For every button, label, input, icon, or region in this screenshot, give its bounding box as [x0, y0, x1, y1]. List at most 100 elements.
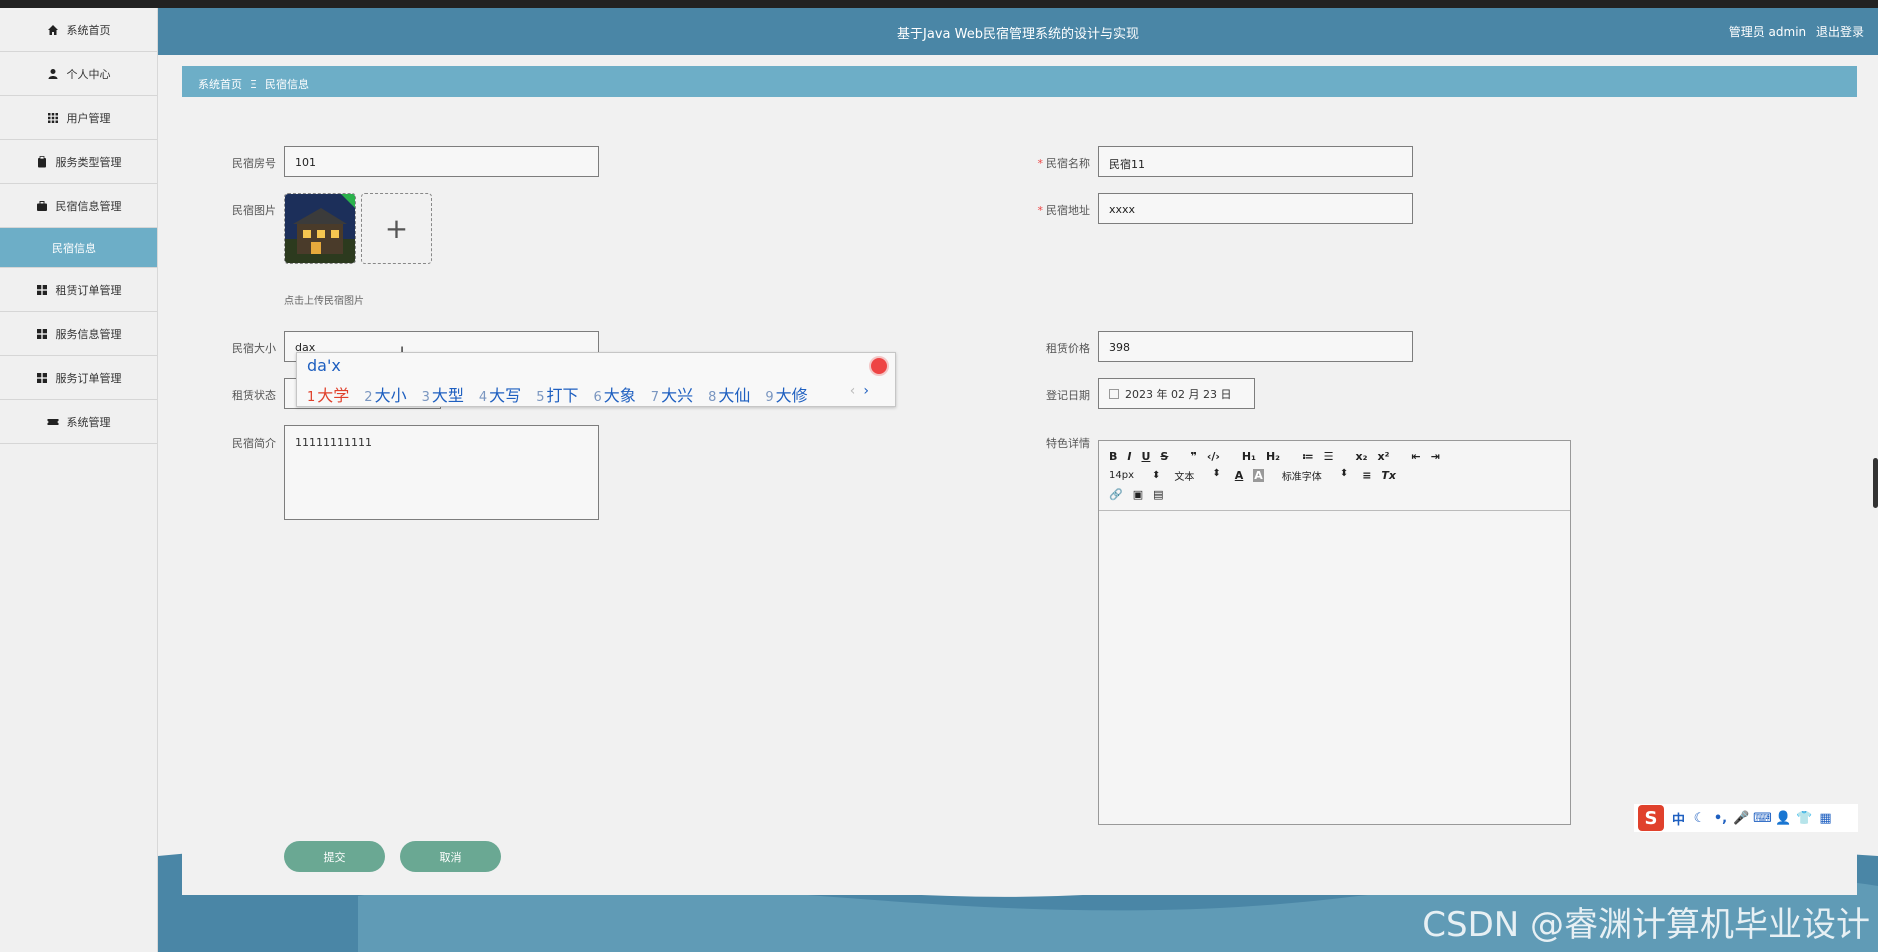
add-image-button[interactable]: + — [361, 193, 432, 264]
skin-icon[interactable]: 👕 — [1795, 808, 1815, 828]
font-size-value: 14px — [1109, 470, 1134, 481]
candidate-word: 大写 — [489, 386, 522, 405]
ime-candidate[interactable]: 3 大型 — [422, 382, 464, 406]
bold-button[interactable]: B — [1109, 450, 1117, 463]
ime-candidate[interactable]: 1 大学 — [307, 382, 349, 406]
ime-candidate[interactable]: 2 大小 — [364, 382, 406, 406]
underline-button[interactable]: U — [1141, 450, 1150, 463]
code-button[interactable]: ‹/› — [1207, 450, 1220, 463]
sidebar-item-homestay-management[interactable]: 民宿信息管理 — [0, 184, 157, 228]
h2-button[interactable]: H₂ — [1266, 450, 1280, 463]
next-page-icon[interactable]: › — [863, 383, 869, 399]
house-photo — [285, 194, 355, 263]
editor-content-area[interactable] — [1099, 511, 1570, 824]
candidate-number: 1 — [307, 390, 316, 405]
font-family-value: 标准字体 — [1281, 472, 1322, 483]
sidebar-item-label: 服务类型管理 — [55, 155, 122, 169]
ime-candidate[interactable]: 9 大修 — [765, 382, 807, 406]
intro-textarea[interactable]: 11111111111 — [284, 425, 599, 520]
toolbox-icon[interactable]: ▦ — [1816, 808, 1836, 828]
candidate-number: 4 — [478, 390, 488, 405]
ime-candidate-list: 1 大学 2 大小 3 大型 4 大写 5 打下 6 大象 7 大兴 8 大仙 9 大修 — [307, 382, 823, 406]
name-label-text: 民宿名称 — [1046, 157, 1090, 170]
sidebar-item-service-types[interactable]: 服务类型管理 — [0, 140, 157, 184]
keyboard-icon[interactable]: ⌨ — [1753, 808, 1773, 828]
cancel-button[interactable]: 取消 — [400, 841, 501, 872]
ime-candidate[interactable]: 7 大兴 — [651, 382, 693, 406]
font-color-button[interactable]: A — [1235, 469, 1244, 482]
indent-button[interactable]: ⇥ — [1431, 450, 1440, 463]
breadcrumb-separator: Ξ — [250, 78, 257, 91]
bullet-list-button[interactable]: ☰ — [1324, 450, 1334, 463]
homestay-image-thumbnail[interactable] — [284, 193, 356, 264]
background-color-button[interactable]: A — [1253, 469, 1264, 482]
link-icon[interactable]: 🔗 — [1109, 488, 1123, 501]
sidebar-item-homestay-info[interactable]: 民宿信息 — [0, 228, 157, 268]
candidate-word: 大兴 — [661, 386, 694, 405]
toolbar-row-3: 🔗 ▣ ▤ — [1109, 485, 1560, 504]
font-family-select[interactable]: 标准字体 ⬍ — [1282, 468, 1348, 483]
address-input[interactable]: xxxx — [1098, 193, 1413, 224]
video-icon[interactable]: ▤ — [1153, 488, 1163, 501]
detail-label: 特色详情 — [1046, 437, 1090, 450]
superscript-button[interactable]: x² — [1377, 450, 1389, 463]
breadcrumb-home[interactable]: 系统首页 — [198, 78, 242, 91]
ime-candidate[interactable]: 6 大象 — [593, 382, 635, 406]
header-value: 文本 — [1174, 472, 1195, 483]
ime-candidate[interactable]: 8 大仙 — [708, 382, 750, 406]
sidebar-item-label: 服务信息管理 — [55, 327, 122, 341]
sidebar-item-rental-orders[interactable]: 租赁订单管理 — [0, 268, 157, 312]
ticket-icon — [47, 416, 59, 428]
ordered-list-button[interactable]: ≔ — [1302, 450, 1314, 463]
ime-candidate[interactable]: 5 打下 — [536, 382, 578, 406]
logout-link[interactable]: 退出登录 — [1816, 25, 1864, 39]
date-input[interactable]: 2023 年 02 月 23 日 — [1098, 378, 1255, 409]
blockquote-button[interactable]: ❞ — [1190, 450, 1196, 463]
sidebar: 系统首页 个人中心 用户管理 服务类型管理 民宿信息管理 民宿信息 租赁订单管理… — [0, 8, 158, 952]
sidebar-item-label: 个人中心 — [66, 67, 111, 81]
outdent-button[interactable]: ⇤ — [1411, 450, 1420, 463]
header-select[interactable]: 文本 ⬍ — [1174, 468, 1220, 483]
ime-candidate[interactable]: 4 大写 — [479, 382, 521, 406]
clear-format-button[interactable]: Tx — [1381, 469, 1396, 482]
scrollbar-thumb[interactable] — [1873, 458, 1878, 508]
user-icon[interactable]: 👤 — [1774, 808, 1794, 828]
sidebar-item-service-info[interactable]: 服务信息管理 — [0, 312, 157, 356]
sogou-logo-icon[interactable]: S — [1638, 805, 1664, 831]
sidebar-item-service-orders[interactable]: 服务订单管理 — [0, 356, 157, 400]
toolbar-row-1: B I U S ❞ ‹/› H₁ H₂ ≔ ☰ x₂ x² ⇤ ⇥ — [1109, 447, 1560, 466]
sogou-skin-icon[interactable] — [869, 356, 889, 376]
name-input[interactable]: 民宿11 — [1098, 146, 1413, 177]
status-label: 租赁状态 — [232, 389, 276, 402]
microphone-icon[interactable]: 🎤 — [1732, 808, 1752, 828]
price-input[interactable]: 398 — [1098, 331, 1413, 362]
h1-button[interactable]: H₁ — [1242, 450, 1256, 463]
candidate-number: 9 — [765, 390, 774, 405]
subscript-button[interactable]: x₂ — [1356, 450, 1368, 463]
candidate-word: 打下 — [546, 386, 579, 405]
grid-icon — [47, 112, 59, 124]
apps-icon — [36, 328, 48, 340]
submit-button[interactable]: 提交 — [284, 841, 385, 872]
sidebar-item-profile[interactable]: 个人中心 — [0, 52, 157, 96]
sidebar-item-users[interactable]: 用户管理 — [0, 96, 157, 140]
candidate-number: 8 — [708, 390, 717, 405]
room-no-input[interactable]: 101 — [284, 146, 599, 177]
chinese-mode-icon[interactable]: 中 — [1669, 808, 1689, 828]
strike-button[interactable]: S — [1160, 450, 1168, 463]
italic-button[interactable]: I — [1127, 450, 1131, 463]
align-button[interactable]: ≡ — [1362, 469, 1371, 482]
punctuation-icon[interactable]: •, — [1711, 808, 1731, 828]
sidebar-item-home[interactable]: 系统首页 — [0, 8, 157, 52]
prev-page-icon[interactable]: ‹ — [850, 383, 856, 399]
date-label: 登记日期 — [1046, 389, 1090, 402]
apps-icon — [36, 372, 48, 384]
candidate-number: 7 — [650, 390, 660, 405]
room-no-label: 民宿房号 — [232, 157, 276, 170]
sidebar-item-system[interactable]: 系统管理 — [0, 400, 157, 444]
font-size-select[interactable]: 14px ⬍ — [1109, 470, 1160, 481]
image-icon[interactable]: ▣ — [1133, 488, 1143, 501]
sidebar-item-label: 民宿信息管理 — [55, 199, 122, 213]
moon-icon[interactable]: ☾ — [1690, 808, 1710, 828]
plus-icon: + — [384, 212, 409, 245]
